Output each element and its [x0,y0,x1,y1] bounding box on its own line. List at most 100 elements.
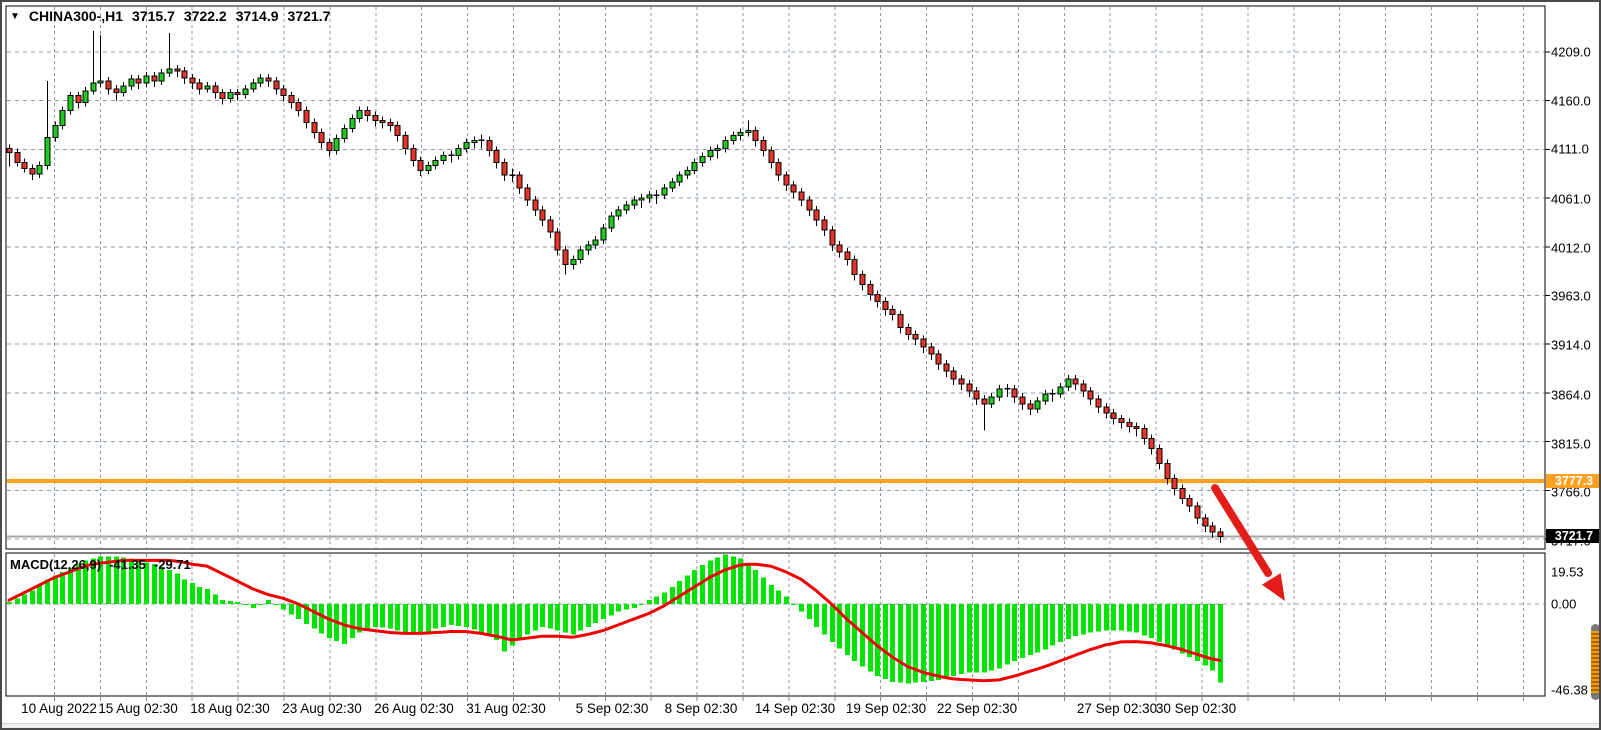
macd-axis-label: 19.53 [1551,565,1584,580]
candle-up [738,133,743,136]
candle-down [517,175,522,188]
candle-up [731,135,736,140]
candle-down [22,162,27,168]
candle-down [837,245,842,252]
time-axis-label: 14 Sep 02:30 [755,701,835,716]
macd-hist-bar [1028,604,1033,655]
macd-hist-bar [929,604,934,681]
candle-down [1172,478,1177,488]
dropdown-arrow-icon[interactable]: ▼ [10,11,20,22]
macd-hist-bar [479,604,484,632]
candle-up [98,81,103,83]
macd-hist-bar [395,604,400,631]
candle-down [1096,399,1101,407]
macd-hist-bar [1104,604,1109,631]
macd-hist-bar [632,604,637,608]
candle-down [220,93,225,99]
macd-hist-bar [791,604,796,605]
candle-up [472,140,477,142]
macd-hist-bar [220,600,225,604]
macd-hist-bar [1043,604,1048,650]
candle-down [525,188,530,200]
macd-hist-bar [1088,604,1093,632]
candle-down [1073,379,1078,384]
candle-up [68,96,73,111]
macd-hist-bar [1165,604,1170,646]
candle-down [1012,389,1017,397]
macd-hist-bar [883,604,888,679]
candle-down [76,96,81,103]
macd-hist-bar [944,604,949,678]
macd-hist-bar [814,604,819,627]
macd-hist-bar [548,604,553,629]
candle-up [624,205,629,210]
candle-down [936,354,941,364]
macd-hist-bar [373,604,378,627]
macd-hist-bar [982,604,987,672]
candle-down [1020,397,1025,404]
price-axis-label: 3914.0 [1551,338,1591,353]
candle-down [411,148,416,160]
candle-down [799,192,804,200]
candle-up [350,119,355,129]
candle-down [281,89,286,96]
candle-up [205,86,210,89]
macd-hist-bar [647,600,652,604]
macd-hist-bar [593,604,598,623]
macd-hist-bar [182,579,187,604]
candle-down [365,111,370,116]
macd-hist-bar [723,555,728,604]
macd-hist-bar [525,604,530,634]
vertical-scrollbar-thumb[interactable] [1591,624,1600,700]
candle-up [342,129,347,139]
chart-window: ▼ CHINA300-,H1 3715.7 3722.2 3714.9 3721… [0,0,1601,730]
candle-down [1134,427,1139,429]
macd-hist-bar [441,604,446,627]
candle-down [418,160,423,170]
candle-down [814,210,819,220]
candle-up [464,142,469,148]
macd-hist-bar [533,604,538,631]
macd-hist-bar [365,604,370,630]
candle-down [1157,449,1162,464]
price-axis-label: 3963.0 [1551,289,1591,304]
candle-down [1187,498,1192,506]
candle-down [1165,463,1170,478]
candle-down [1104,407,1109,413]
time-axis-label: 8 Sep 02:30 [665,701,738,716]
horizontal-line-price-tag: 3777.3 [1546,474,1601,488]
macd-hist-bar [951,604,956,676]
candle-down [182,71,187,78]
macd-axis-label: 0.00 [1551,597,1576,612]
candle-up [677,175,682,182]
macd-hist-bar [517,604,522,640]
candle-up [1058,387,1063,394]
candle-up [167,69,172,73]
candle-down [906,327,911,334]
candle-up [647,195,652,198]
candle-down [7,148,12,152]
candle-down [274,81,279,89]
macd-hist-bar [1005,604,1010,665]
time-axis-label: 10 Aug 2022 [21,701,97,716]
main-pane [6,6,1545,549]
candle-down [791,185,796,192]
time-axis-label: 31 Aug 02:30 [466,701,546,716]
macd-hist-bar [586,604,591,627]
candle-down [1119,419,1124,423]
price-axis-label: 4209.0 [1551,45,1591,60]
candle-down [1210,526,1215,532]
candle-up [715,148,720,150]
candle-down [929,347,934,354]
candle-down [312,123,317,133]
time-axis-label: 5 Sep 02:30 [576,701,649,716]
candle-down [175,69,180,71]
macd-hist-bar [1218,604,1223,682]
macd-hist-bar [159,567,164,604]
chart-canvas[interactable] [2,2,1601,730]
macd-signal-value: -29.71 [154,557,191,572]
macd-indicator-label: MACD(12,26,9) -41.35 -29.71 [10,557,191,572]
candle-down [822,220,827,230]
macd-hist-bar [555,604,560,631]
candle-up [593,240,598,245]
